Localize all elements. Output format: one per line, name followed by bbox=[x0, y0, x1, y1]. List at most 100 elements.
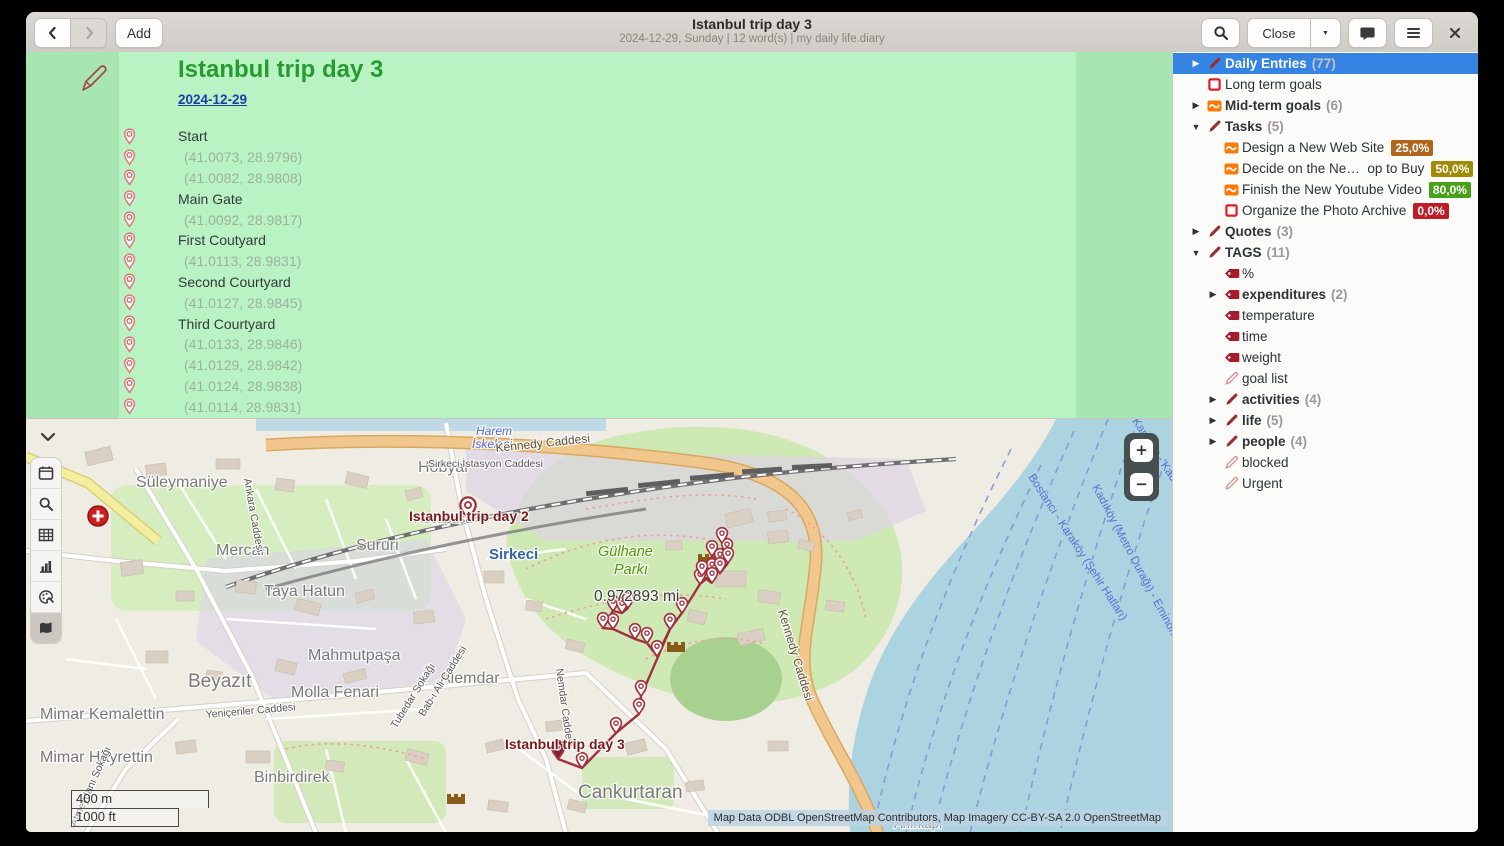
sidebar-item-tags[interactable]: ▼TAGS(11) bbox=[1173, 242, 1478, 263]
window-close-button[interactable] bbox=[1440, 19, 1470, 47]
zoom-in-button[interactable]: + bbox=[1130, 439, 1153, 462]
sidebar-item-finish-the-new-youtube-video[interactable]: Finish the New Youtube Video80,0% bbox=[1173, 179, 1478, 200]
sidebar-item-design-a-new-web-site[interactable]: Design a New Web Site25,0% bbox=[1173, 137, 1478, 158]
map-label-0-972893-mi: 0.972893 mi bbox=[594, 588, 679, 605]
sidebar-item-label: TAGS bbox=[1225, 245, 1262, 260]
expander-right-icon[interactable]: ▶ bbox=[1187, 100, 1205, 111]
add-button[interactable]: Add bbox=[115, 18, 163, 48]
location-pin-icon[interactable] bbox=[120, 169, 138, 186]
menu-button[interactable] bbox=[1394, 18, 1433, 48]
sidebar-item-label: Mid-term goals bbox=[1225, 98, 1321, 113]
location-pin-icon[interactable] bbox=[120, 315, 138, 332]
theme-view-button[interactable] bbox=[31, 582, 61, 613]
entry-editor[interactable]: Istanbul trip day 3 2024-12-29 Start(41.… bbox=[26, 52, 1172, 418]
map-canvas[interactable]: SüleymaniyeHobyarMercanSururiTaya HatunM… bbox=[26, 419, 1172, 832]
entry-coordinate: (41.0114, 28.9831) bbox=[184, 399, 301, 415]
entry-row: First Coutyard bbox=[26, 230, 1076, 251]
sidebar-item-decide-on-the-ne-op-to-buy[interactable]: Decide on the Ne… op to Buy50,0% bbox=[1173, 158, 1478, 179]
checkbox-icon bbox=[1205, 78, 1224, 91]
location-pin-icon[interactable] bbox=[120, 128, 138, 145]
search-button[interactable] bbox=[1201, 18, 1240, 48]
map-view-button[interactable] bbox=[31, 613, 61, 643]
pencil-outline-icon bbox=[1222, 476, 1241, 491]
search-view-button[interactable] bbox=[31, 489, 61, 520]
close-dropdown-button[interactable]: ▼ bbox=[1310, 18, 1341, 48]
wave-icon bbox=[1222, 142, 1241, 154]
sidebar-item-quotes[interactable]: ▶Quotes(3) bbox=[1173, 221, 1478, 242]
sidebar-item-time[interactable]: time bbox=[1173, 326, 1478, 347]
sidebar-item-blocked[interactable]: blocked bbox=[1173, 452, 1478, 473]
sidebar-item-life[interactable]: ▶life(5) bbox=[1173, 410, 1478, 431]
comment-button[interactable] bbox=[1348, 18, 1387, 48]
sidebar-item-daily-entries[interactable]: ▶Daily Entries(77) bbox=[1173, 53, 1478, 74]
sidebar-item-organize-the-photo-archive[interactable]: Organize the Photo Archive0,0% bbox=[1173, 200, 1478, 221]
location-pin-icon[interactable] bbox=[120, 211, 138, 228]
expander-right-icon[interactable]: ▶ bbox=[1204, 415, 1222, 426]
expander-right-icon[interactable]: ▶ bbox=[1204, 436, 1222, 447]
sidebar-item-label: Quotes bbox=[1225, 224, 1272, 239]
calendar-view-button[interactable] bbox=[31, 458, 61, 489]
expander-right-icon[interactable]: ▶ bbox=[1187, 58, 1205, 69]
location-pin-icon[interactable] bbox=[120, 232, 138, 249]
map-label-taya-hatun: Taya Hatun bbox=[264, 583, 345, 600]
location-pin-icon[interactable] bbox=[120, 273, 138, 290]
sidebar-item-goal-list[interactable]: goal list bbox=[1173, 368, 1478, 389]
search-icon bbox=[1213, 25, 1229, 41]
map-label-harem: Harem bbox=[476, 424, 512, 438]
item-count: (5) bbox=[1267, 119, 1284, 134]
item-count: (4) bbox=[1305, 392, 1322, 407]
map-label-sururi: Sururi bbox=[356, 537, 399, 554]
location-pin-icon[interactable] bbox=[120, 336, 138, 353]
sidebar-item-long-term-goals[interactable]: Long term goals bbox=[1173, 74, 1478, 95]
location-pin-icon[interactable] bbox=[120, 190, 138, 207]
sidebar-item-tasks[interactable]: ▼Tasks(5) bbox=[1173, 116, 1478, 137]
map-panel[interactable]: SüleymaniyeHobyarMercanSururiTaya HatunM… bbox=[26, 418, 1172, 832]
location-pin-icon[interactable] bbox=[120, 398, 138, 415]
back-icon bbox=[45, 25, 61, 41]
sidebar-item-mid-term-goals[interactable]: ▶ Mid-term goals (6) bbox=[1173, 95, 1478, 116]
close-entry-button[interactable]: Close bbox=[1247, 18, 1311, 48]
expander-right-icon[interactable]: ▶ bbox=[1204, 394, 1222, 405]
map-label-cankurtaran: Cankurtaran bbox=[578, 782, 683, 803]
location-pin-icon[interactable] bbox=[120, 253, 138, 270]
sidebar-item-people[interactable]: ▶people(4) bbox=[1173, 431, 1478, 452]
sidebar-item-expenditures[interactable]: ▶expenditures(2) bbox=[1173, 284, 1478, 305]
sidebar-item-label: time bbox=[1242, 329, 1268, 344]
location-pin-icon[interactable] bbox=[120, 149, 138, 166]
item-count: (5) bbox=[1267, 413, 1284, 428]
table-view-button[interactable] bbox=[31, 520, 61, 551]
entry-row: (41.0124, 28.9838) bbox=[26, 376, 1076, 397]
location-pin-icon[interactable] bbox=[120, 377, 138, 394]
sidebar-item-weight[interactable]: weight bbox=[1173, 347, 1478, 368]
map-label-g-lhane: Gülhane bbox=[598, 544, 653, 560]
sidebar-item-label: blocked bbox=[1242, 455, 1289, 470]
map-icon bbox=[38, 621, 54, 635]
edit-pencil-icon bbox=[76, 62, 110, 101]
chart-view-button[interactable] bbox=[31, 551, 61, 582]
zoom-out-button[interactable]: − bbox=[1130, 473, 1153, 496]
location-pin-icon[interactable] bbox=[120, 357, 138, 374]
add-location-marker[interactable] bbox=[88, 506, 108, 526]
expander-down-icon[interactable]: ▼ bbox=[1187, 122, 1205, 132]
bar-chart-icon bbox=[38, 558, 54, 574]
scale-metric: 400 m bbox=[71, 790, 209, 808]
entry-date-link[interactable]: 2024-12-29 bbox=[178, 92, 247, 107]
sidebar-item-label: % bbox=[1242, 266, 1254, 281]
location-pin-icon[interactable] bbox=[120, 294, 138, 311]
sidebar-item-activities[interactable]: ▶activities(4) bbox=[1173, 389, 1478, 410]
item-count: (6) bbox=[1326, 98, 1343, 113]
tag-icon bbox=[1222, 310, 1241, 321]
sidebar-item-temperature[interactable]: temperature bbox=[1173, 305, 1478, 326]
back-button[interactable] bbox=[34, 18, 71, 48]
expander-right-icon[interactable]: ▶ bbox=[1204, 289, 1222, 300]
map-label-molla-fenari: Molla Fenari bbox=[291, 684, 379, 701]
expander-right-icon[interactable]: ▶ bbox=[1187, 226, 1205, 237]
sidebar-item-%[interactable]: % bbox=[1173, 263, 1478, 284]
entry-row: (41.0092, 28.9817) bbox=[26, 209, 1076, 230]
expander-down-icon[interactable]: ▼ bbox=[1187, 248, 1205, 258]
completion-badge: 80,0% bbox=[1429, 182, 1471, 198]
forward-button[interactable] bbox=[70, 18, 107, 48]
map-collapse-button[interactable] bbox=[34, 425, 62, 449]
entry-coordinate: (41.0092, 28.9817) bbox=[184, 212, 302, 228]
sidebar-item-urgent[interactable]: Urgent bbox=[1173, 473, 1478, 494]
